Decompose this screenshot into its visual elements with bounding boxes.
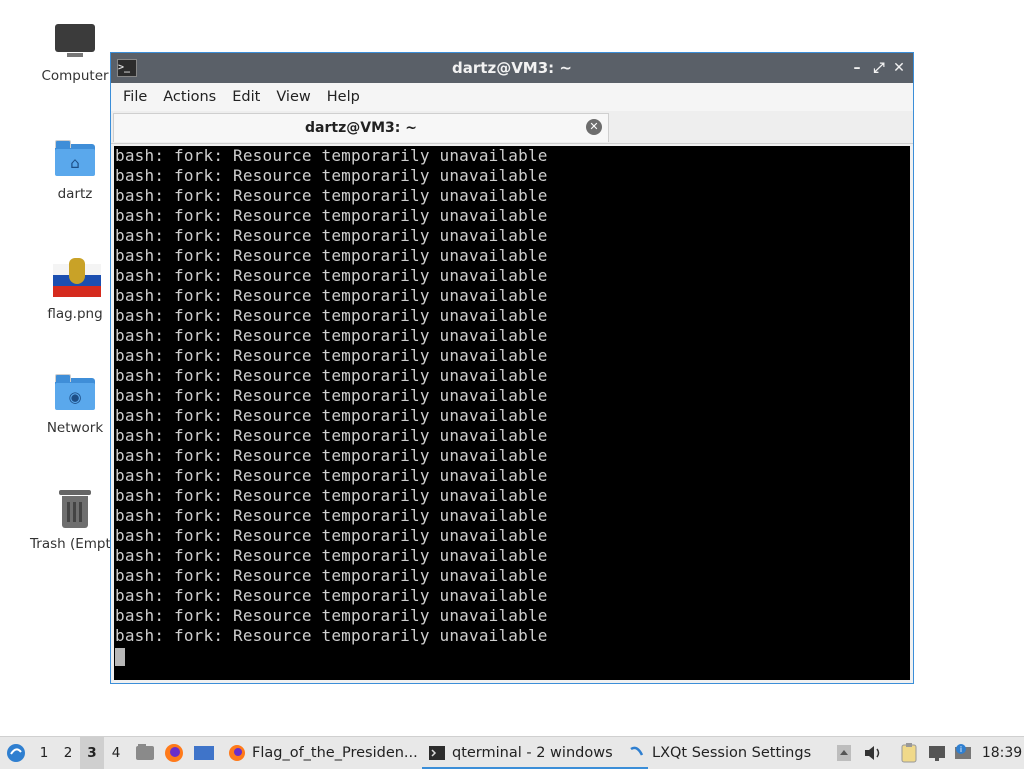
terminal-line: bash: fork: Resource temporarily unavail… bbox=[115, 446, 548, 465]
close-button[interactable]: ✕ bbox=[889, 53, 909, 83]
show-desktop-button[interactable] bbox=[192, 737, 216, 769]
terminal-line: bash: fork: Resource temporarily unavail… bbox=[115, 586, 548, 605]
terminal-line: bash: fork: Resource temporarily unavail… bbox=[115, 546, 548, 565]
terminal-line: bash: fork: Resource temporarily unavail… bbox=[115, 146, 548, 165]
desktop-icon-label: flag.png bbox=[47, 306, 103, 322]
terminal-line: bash: fork: Resource temporarily unavail… bbox=[115, 526, 548, 545]
desktop-icon-label: Computer bbox=[41, 68, 109, 84]
menu-actions[interactable]: Actions bbox=[155, 89, 224, 105]
firefox-icon bbox=[165, 744, 183, 762]
terminal-line: bash: fork: Resource temporarily unavail… bbox=[115, 166, 548, 185]
terminal-icon bbox=[429, 746, 445, 760]
desktop-icon-label: dartz bbox=[57, 186, 93, 202]
desktop-icon-home-folder[interactable]: ⌂ dartz bbox=[30, 138, 120, 202]
desktop-icon-label: Trash (Empty) bbox=[30, 536, 125, 552]
firefox-launcher[interactable] bbox=[162, 737, 186, 769]
network-status-button[interactable] bbox=[926, 737, 948, 769]
terminal-line: bash: fork: Resource temporarily unavail… bbox=[115, 406, 548, 425]
image-file-icon bbox=[53, 258, 101, 302]
task-flag-image-viewer[interactable]: Flag_of_the_Presiden... bbox=[222, 737, 448, 769]
tray-scroll-button[interactable] bbox=[834, 737, 854, 769]
lxqt-logo-icon bbox=[7, 744, 25, 762]
desktop-icon-label: Network bbox=[46, 420, 104, 436]
desktop-icon-flag-image[interactable]: flag.png bbox=[30, 258, 120, 322]
terminal-line: bash: fork: Resource temporarily unavail… bbox=[115, 566, 548, 585]
terminal-line: bash: fork: Resource temporarily unavail… bbox=[115, 246, 548, 265]
network-icon bbox=[929, 746, 945, 761]
home-folder-icon: ⌂ bbox=[53, 138, 97, 182]
workspace-4[interactable]: 4 bbox=[104, 737, 128, 769]
tab-label: dartz@VM3: ~ bbox=[305, 120, 417, 136]
tab-bar: dartz@VM3: ~ ✕ bbox=[111, 111, 913, 144]
terminal-line: bash: fork: Resource temporarily unavail… bbox=[115, 326, 548, 345]
terminal-line: bash: fork: Resource temporarily unavail… bbox=[115, 346, 548, 365]
task-label: LXQt Session Settings bbox=[652, 745, 812, 761]
terminal-output[interactable]: bash: fork: Resource temporarily unavail… bbox=[114, 146, 910, 680]
notification-icon: i bbox=[955, 744, 971, 759]
file-manager-launcher[interactable] bbox=[134, 737, 156, 769]
desktop-icon bbox=[194, 746, 214, 760]
window-titlebar[interactable]: >_ dartz@VM3: ~ – ⤢ ✕ bbox=[111, 53, 913, 83]
clock[interactable]: 18:39 bbox=[980, 737, 1024, 769]
workspace-3[interactable]: 3 bbox=[80, 737, 104, 769]
volume-icon bbox=[865, 746, 880, 760]
svg-text:i: i bbox=[960, 745, 962, 754]
tray-arrow-icon bbox=[837, 745, 851, 761]
network-folder-icon: ◉ bbox=[53, 372, 97, 416]
volume-button[interactable] bbox=[862, 737, 884, 769]
terminal-line: bash: fork: Resource temporarily unavail… bbox=[115, 466, 548, 485]
terminal-cursor bbox=[115, 648, 125, 666]
file-manager-icon bbox=[136, 744, 154, 760]
task-qterminal[interactable]: qterminal - 2 windows bbox=[422, 737, 648, 769]
taskbar: 1 2 3 4 Flag_of_the_Presiden... qtermina… bbox=[0, 736, 1024, 769]
terminal-line: bash: fork: Resource temporarily unavail… bbox=[115, 386, 548, 405]
desktop-icon-computer[interactable]: Computer bbox=[30, 20, 120, 84]
task-label: qterminal - 2 windows bbox=[452, 745, 613, 761]
terminal-line: bash: fork: Resource temporarily unavail… bbox=[115, 486, 548, 505]
computer-icon bbox=[53, 20, 97, 64]
task-lxqt-session-settings[interactable]: LXQt Session Settings bbox=[622, 737, 862, 769]
start-menu-button[interactable] bbox=[4, 737, 28, 769]
window-title: dartz@VM3: ~ bbox=[452, 59, 572, 77]
clipboard-icon bbox=[901, 743, 917, 763]
terminal-line: bash: fork: Resource temporarily unavail… bbox=[115, 206, 548, 225]
menubar: File Actions Edit View Help bbox=[111, 83, 913, 111]
terminal-line: bash: fork: Resource temporarily unavail… bbox=[115, 306, 548, 325]
terminal-line: bash: fork: Resource temporarily unavail… bbox=[115, 426, 548, 445]
task-label: Flag_of_the_Presiden... bbox=[252, 745, 418, 761]
workspace-1[interactable]: 1 bbox=[32, 737, 56, 769]
notification-button[interactable]: i bbox=[952, 737, 974, 769]
menu-file[interactable]: File bbox=[115, 89, 155, 105]
terminal-line: bash: fork: Resource temporarily unavail… bbox=[115, 606, 548, 625]
terminal-line: bash: fork: Resource temporarily unavail… bbox=[115, 366, 548, 385]
minimize-button[interactable]: – bbox=[847, 53, 867, 83]
terminal-line: bash: fork: Resource temporarily unavail… bbox=[115, 186, 548, 205]
maximize-button[interactable]: ⤢ bbox=[869, 53, 889, 83]
terminal-line: bash: fork: Resource temporarily unavail… bbox=[115, 286, 548, 305]
terminal-window: >_ dartz@VM3: ~ – ⤢ ✕ File Actions Edit … bbox=[110, 52, 914, 684]
clipboard-button[interactable] bbox=[898, 737, 920, 769]
trash-icon bbox=[53, 488, 97, 532]
firefox-icon bbox=[229, 745, 245, 761]
terminal-line: bash: fork: Resource temporarily unavail… bbox=[115, 626, 548, 645]
terminal-app-icon: >_ bbox=[117, 59, 137, 77]
terminal-line: bash: fork: Resource temporarily unavail… bbox=[115, 226, 548, 245]
desktop-icon-trash[interactable]: Trash (Empty) bbox=[30, 488, 125, 552]
lxqt-settings-icon bbox=[630, 746, 644, 756]
terminal-line: bash: fork: Resource temporarily unavail… bbox=[115, 266, 548, 285]
tab-close-icon[interactable]: ✕ bbox=[586, 119, 602, 135]
terminal-line: bash: fork: Resource temporarily unavail… bbox=[115, 506, 548, 525]
tab-terminal[interactable]: dartz@VM3: ~ ✕ bbox=[113, 113, 609, 142]
desktop-icon-network[interactable]: ◉ Network bbox=[30, 372, 120, 436]
menu-view[interactable]: View bbox=[268, 89, 318, 105]
workspace-2[interactable]: 2 bbox=[56, 737, 80, 769]
menu-help[interactable]: Help bbox=[319, 89, 368, 105]
menu-edit[interactable]: Edit bbox=[224, 89, 268, 105]
